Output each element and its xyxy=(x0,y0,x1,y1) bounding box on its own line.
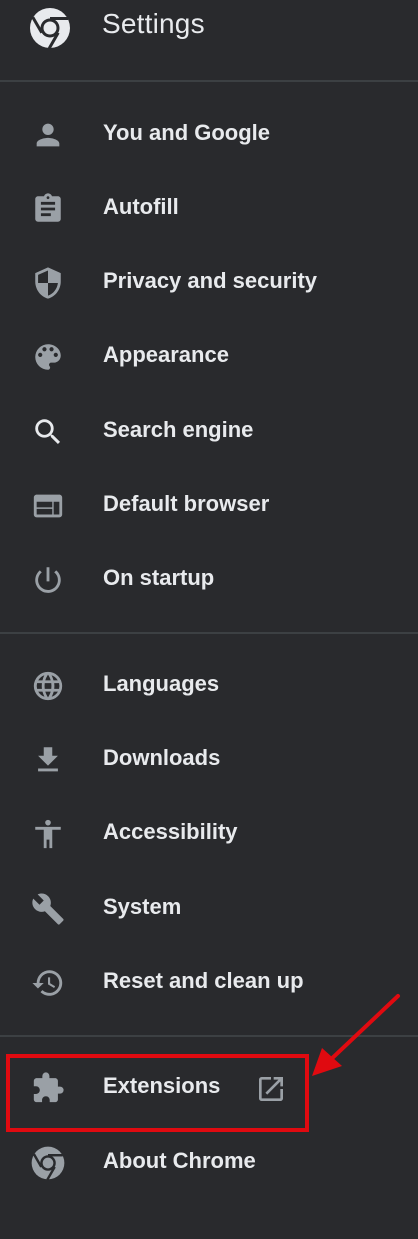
sidebar-item-label: Default browser xyxy=(103,491,270,516)
sidebar-item-label: Languages xyxy=(103,671,220,696)
sidebar-item-label: Privacy and security xyxy=(103,268,318,293)
accessibility-icon xyxy=(30,816,66,852)
sidebar-item-privacy-and-security[interactable]: Privacy and security xyxy=(0,253,418,313)
sidebar-item-you-and-google[interactable]: You and Google xyxy=(0,105,418,165)
sidebar-item-label: About Chrome xyxy=(103,1148,256,1173)
page-title: Settings xyxy=(102,8,205,39)
shield-icon xyxy=(30,265,66,301)
annotation-arrow xyxy=(312,994,400,1076)
sidebar-item-label: Downloads xyxy=(103,745,221,770)
sidebar-item-about-chrome[interactable]: About Chrome xyxy=(0,1133,418,1193)
sidebar-item-label: On startup xyxy=(103,565,215,590)
sidebar-item-languages[interactable]: Languages xyxy=(0,656,418,716)
divider xyxy=(0,632,418,634)
sidebar-item-label: Reset and clean up xyxy=(103,968,304,993)
sidebar-item-system[interactable]: System xyxy=(0,879,418,939)
sidebar-item-default-browser[interactable]: Default browser xyxy=(0,476,418,536)
search-icon xyxy=(30,414,66,450)
sidebar-item-label: You and Google xyxy=(103,120,271,145)
restore-icon xyxy=(30,965,66,1001)
chrome-logo-icon xyxy=(30,1145,66,1181)
settings-header: Settings xyxy=(0,0,418,80)
sidebar-item-downloads[interactable]: Downloads xyxy=(0,730,418,790)
sidebar-item-label: Search engine xyxy=(103,417,254,442)
sidebar-item-label: Autofill xyxy=(103,194,179,219)
browser-window-icon xyxy=(30,488,66,524)
power-icon xyxy=(30,562,66,598)
sidebar-item-autofill[interactable]: Autofill xyxy=(0,179,418,239)
clipboard-icon xyxy=(30,191,66,227)
download-icon xyxy=(30,742,66,778)
divider xyxy=(0,80,418,82)
annotation-highlight-box xyxy=(6,1054,309,1132)
wrench-icon xyxy=(30,891,66,927)
person-icon xyxy=(30,117,66,153)
sidebar-item-appearance[interactable]: Appearance xyxy=(0,327,418,387)
sidebar-item-on-startup[interactable]: On startup xyxy=(0,550,418,610)
chrome-logo-icon xyxy=(28,6,72,50)
sidebar-item-accessibility[interactable]: Accessibility xyxy=(0,804,418,864)
sidebar-item-label: System xyxy=(103,894,182,919)
sidebar-item-search-engine[interactable]: Search engine xyxy=(0,402,418,462)
globe-icon xyxy=(30,668,66,704)
palette-icon xyxy=(30,339,66,375)
sidebar-item-label: Appearance xyxy=(103,342,229,367)
sidebar-item-label: Accessibility xyxy=(103,819,238,844)
